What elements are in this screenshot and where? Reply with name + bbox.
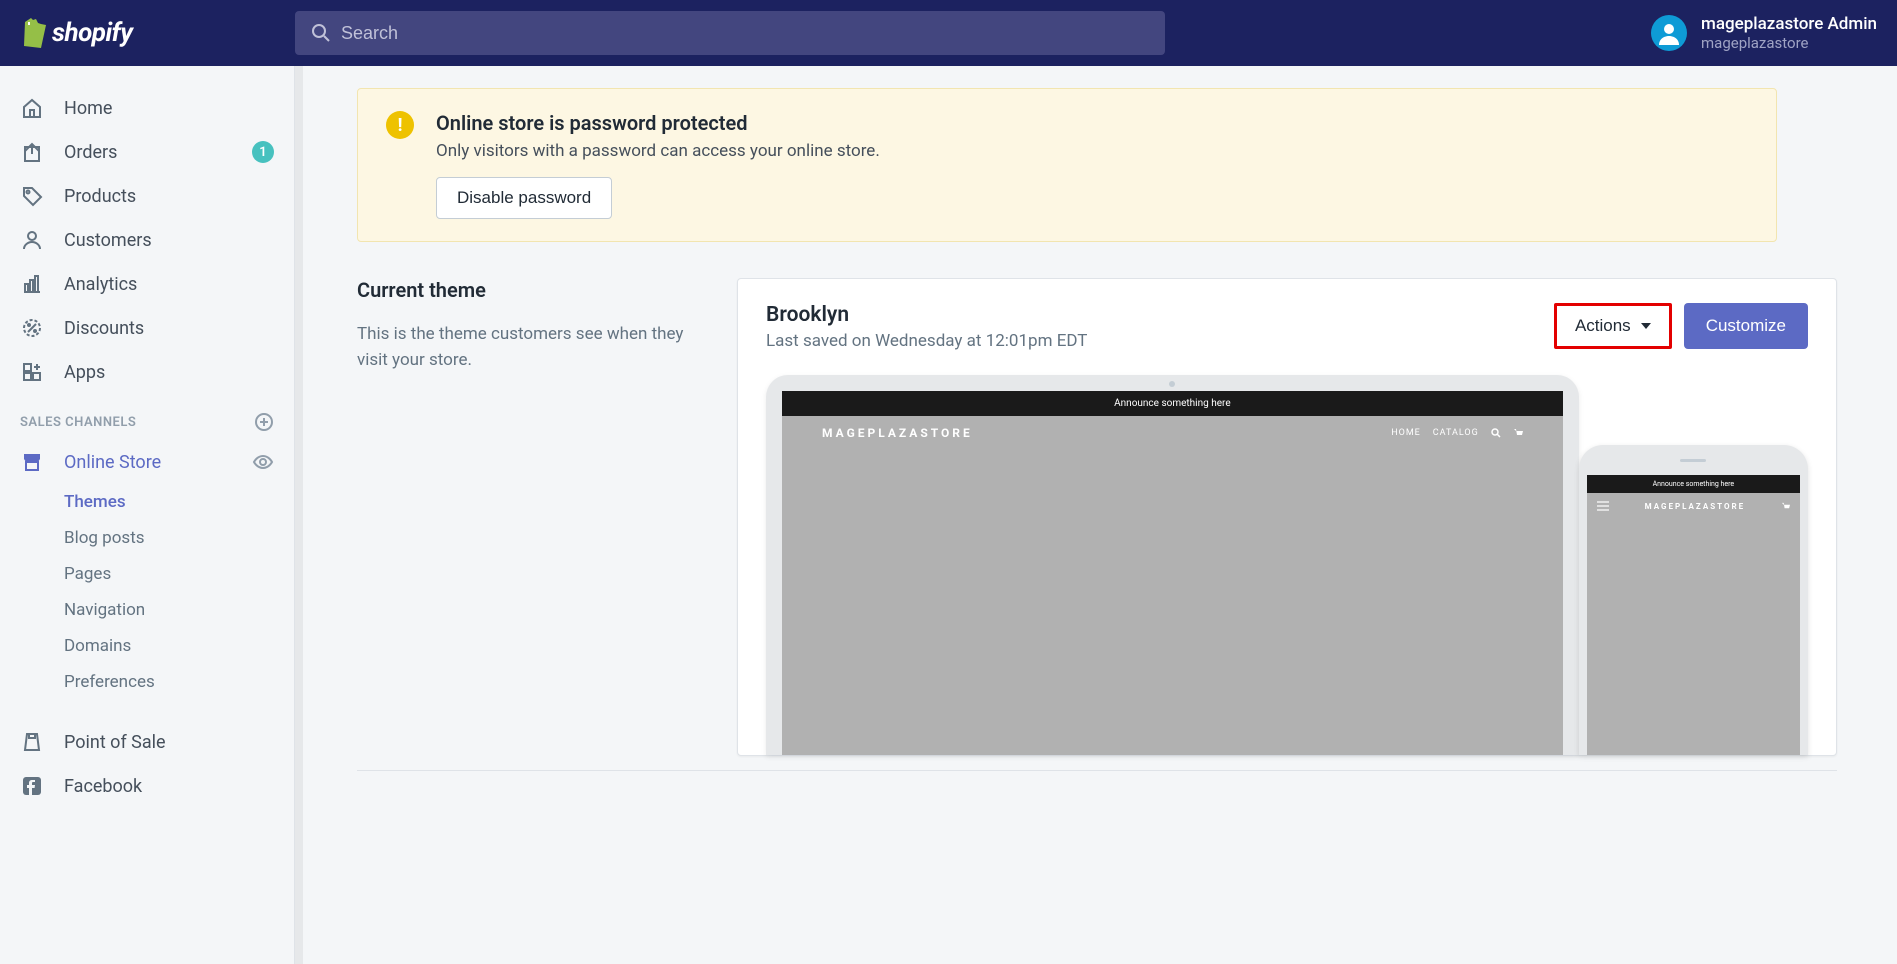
- preview-mobile-store-name: MAGEPLAZASTORE: [1645, 502, 1745, 511]
- sidebar-item-analytics[interactable]: Analytics: [0, 262, 294, 306]
- preview-search-icon: [1491, 428, 1501, 438]
- current-theme-heading: Current theme: [357, 278, 697, 302]
- sidebar-sub-navigation[interactable]: Navigation: [0, 592, 294, 628]
- sidebar: Home Orders 1 Products Customers Analyti…: [0, 66, 295, 964]
- sidebar-scrollbar[interactable]: [295, 66, 303, 964]
- topbar: S shopify mageplazastore Admin mageplaza…: [0, 0, 1897, 66]
- profile-menu[interactable]: mageplazastore Admin mageplazastore: [1611, 14, 1877, 52]
- preview-mobile-announce: Announce something here: [1587, 475, 1800, 493]
- add-channel-icon[interactable]: [254, 412, 274, 432]
- view-store-icon[interactable]: [252, 451, 274, 473]
- main-content: ! Online store is password protected Onl…: [303, 66, 1897, 964]
- sidebar-item-customers[interactable]: Customers: [0, 218, 294, 262]
- customize-button[interactable]: Customize: [1684, 303, 1808, 349]
- preview-cart-icon: [1513, 428, 1523, 438]
- brand-logo[interactable]: S shopify: [20, 18, 295, 48]
- svg-text:S: S: [27, 25, 34, 38]
- theme-saved: Last saved on Wednesday at 12:01pm EDT: [766, 331, 1087, 351]
- actions-button[interactable]: Actions: [1554, 303, 1672, 349]
- sidebar-item-orders[interactable]: Orders 1: [0, 130, 294, 174]
- preview-mobile: Announce something here MAGEPLAZASTORE: [1579, 445, 1808, 755]
- section-divider: [357, 770, 1837, 771]
- profile-name: mageplazastore Admin: [1701, 14, 1877, 34]
- facebook-icon: [20, 774, 44, 798]
- sidebar-sub-preferences[interactable]: Preferences: [0, 664, 294, 700]
- search-icon: [311, 23, 331, 43]
- sidebar-section-sales-channels: SALES CHANNELS: [0, 394, 294, 440]
- apps-icon: [20, 360, 44, 384]
- orders-icon: [20, 140, 44, 164]
- theme-name: Brooklyn: [766, 303, 1087, 327]
- password-banner: ! Online store is password protected Onl…: [357, 88, 1777, 242]
- preview-desktop-nav: HOME CATALOG: [1391, 428, 1523, 438]
- preview-announce-bar: Announce something here: [782, 391, 1563, 416]
- discounts-icon: [20, 316, 44, 340]
- sidebar-item-online-store[interactable]: Online Store: [0, 440, 294, 484]
- sidebar-item-apps[interactable]: Apps: [0, 350, 294, 394]
- theme-preview: Announce something here MAGEPLAZASTORE H…: [766, 375, 1808, 755]
- products-icon: [20, 184, 44, 208]
- shopify-wordmark: shopify: [52, 18, 132, 48]
- sidebar-sub-blog-posts[interactable]: Blog posts: [0, 520, 294, 556]
- analytics-icon: [20, 272, 44, 296]
- orders-badge: 1: [252, 141, 274, 163]
- sidebar-sub-themes[interactable]: Themes: [0, 484, 294, 520]
- preview-desktop: Announce something here MAGEPLAZASTORE H…: [766, 375, 1579, 755]
- home-icon: [20, 96, 44, 120]
- search-wrap: [295, 11, 1165, 55]
- warning-icon: !: [386, 111, 414, 139]
- banner-title: Online store is password protected: [436, 111, 880, 135]
- current-theme-desc: This is the theme customers see when the…: [357, 322, 697, 373]
- sidebar-item-home[interactable]: Home: [0, 86, 294, 130]
- sidebar-item-pos[interactable]: Point of Sale: [0, 720, 294, 764]
- caret-down-icon: [1641, 323, 1651, 329]
- sidebar-sub-pages[interactable]: Pages: [0, 556, 294, 592]
- sidebar-item-facebook[interactable]: Facebook: [0, 764, 294, 808]
- sidebar-sub-domains[interactable]: Domains: [0, 628, 294, 664]
- online-store-icon: [20, 450, 44, 474]
- sidebar-item-products[interactable]: Products: [0, 174, 294, 218]
- shopify-bag-icon: S: [20, 18, 46, 48]
- customers-icon: [20, 228, 44, 252]
- theme-card: Brooklyn Last saved on Wednesday at 12:0…: [737, 278, 1837, 756]
- pos-icon: [20, 730, 44, 754]
- banner-desc: Only visitors with a password can access…: [436, 141, 880, 161]
- disable-password-button[interactable]: Disable password: [436, 177, 612, 219]
- preview-menu-icon: [1597, 501, 1609, 511]
- avatar: [1651, 15, 1687, 51]
- preview-store-name: MAGEPLAZASTORE: [822, 426, 973, 440]
- sidebar-item-discounts[interactable]: Discounts: [0, 306, 294, 350]
- search-box[interactable]: [295, 11, 1165, 55]
- profile-store: mageplazastore: [1701, 34, 1877, 52]
- preview-mobile-cart-icon: [1781, 502, 1790, 511]
- search-input[interactable]: [341, 23, 1149, 44]
